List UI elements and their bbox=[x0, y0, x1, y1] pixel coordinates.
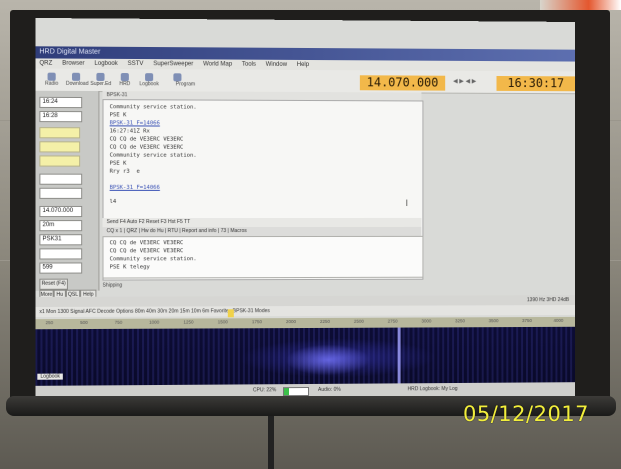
radio-button[interactable]: Radio bbox=[41, 72, 61, 88]
menu-item[interactable]: SuperSweeper bbox=[153, 61, 193, 67]
utc-clock: 16:30:17 bbox=[496, 75, 576, 92]
cpu-meter bbox=[282, 386, 309, 397]
menu-item[interactable]: SSTV bbox=[128, 61, 144, 67]
frequency-marker-icon[interactable] bbox=[227, 309, 234, 318]
reset-button[interactable]: Reset (F4) bbox=[39, 278, 68, 290]
rx-line: PSE K bbox=[109, 112, 127, 119]
scale-tick: 1000 bbox=[149, 319, 160, 325]
frequency-display: 14.070.000 bbox=[359, 75, 446, 91]
scale-tick: 4000 bbox=[553, 317, 564, 323]
rx-frequency-link[interactable]: BPSK-31 F=14066 bbox=[110, 185, 160, 191]
macro-buttons[interactable]: CQ x 1 | QRZ | Hw do Hu | RTU | Report a… bbox=[102, 226, 422, 237]
tx-line: CQ CQ de VE3ERC VE3ERC bbox=[109, 240, 184, 247]
time-off-field[interactable]: 16:28 bbox=[39, 110, 83, 123]
notes-field[interactable] bbox=[39, 187, 83, 199]
menu-item[interactable]: Tools bbox=[242, 62, 256, 68]
rx-line: PSE K bbox=[109, 160, 127, 167]
callsign-field[interactable] bbox=[39, 127, 81, 139]
scale-tick: 250 bbox=[45, 320, 54, 326]
tuning-arrows-icon[interactable]: ◀ ▶ ◀ ▶ bbox=[453, 78, 476, 85]
scale-tick: 3000 bbox=[421, 318, 432, 324]
waterfall-signal-trace bbox=[397, 327, 401, 384]
transmit-controls[interactable]: Send F4 Auto F2 Reset F3 Hst F5 TT bbox=[102, 217, 422, 228]
menu-item[interactable]: Window bbox=[266, 62, 287, 68]
menu-item[interactable]: QRZ bbox=[39, 60, 52, 66]
name-field[interactable] bbox=[39, 141, 81, 153]
hrd-button[interactable]: HRD bbox=[115, 72, 135, 88]
menu-item[interactable]: Browser bbox=[62, 61, 84, 67]
waterfall-display[interactable] bbox=[35, 326, 576, 386]
object-top-right bbox=[540, 0, 621, 10]
mode-field[interactable]: PSK31 bbox=[39, 234, 83, 246]
logbook-tab[interactable]: Logbook bbox=[37, 373, 64, 380]
scale-tick: 3750 bbox=[522, 318, 532, 324]
menu-item[interactable]: World Map bbox=[203, 61, 232, 67]
rx-line: Community service station. bbox=[109, 104, 197, 111]
rx-line: 16:27:41Z Rx bbox=[109, 128, 150, 135]
scale-tick: 1500 bbox=[217, 319, 228, 325]
scale-tick: 2250 bbox=[319, 318, 330, 324]
rx-line: CQ CQ de VE3ERC VE3ERC bbox=[109, 136, 184, 143]
band-field[interactable]: 20m bbox=[39, 220, 83, 232]
tx-line: CQ CQ de VE3ERC VE3ERC bbox=[109, 248, 184, 255]
scale-tick: 2000 bbox=[285, 319, 297, 325]
program-options-button[interactable]: Program Options bbox=[167, 72, 203, 111]
time-on-field[interactable]: 16:24 bbox=[39, 96, 83, 109]
download-button[interactable]: Download bbox=[66, 72, 89, 88]
tx-line: PSE K telegy bbox=[109, 264, 150, 271]
rx-line: Community service station. bbox=[109, 152, 197, 159]
rst-field[interactable]: 599 bbox=[39, 262, 83, 274]
rx-frequency-link[interactable]: BPSK-31 F=14066 bbox=[110, 120, 160, 126]
rx-line: Rry r3 e bbox=[109, 168, 140, 175]
qth-field[interactable] bbox=[39, 155, 81, 167]
camera-date-stamp: 05/12/2017 bbox=[463, 402, 590, 426]
text-cursor-icon: I bbox=[405, 198, 409, 209]
locator-field[interactable] bbox=[39, 173, 83, 185]
screen-stand-pole bbox=[268, 413, 274, 469]
frequency-field[interactable]: 14.070.000 bbox=[39, 205, 83, 218]
scale-tick: 2750 bbox=[387, 318, 398, 324]
menu-item[interactable]: Logbook bbox=[94, 61, 117, 67]
scale-tick: 750 bbox=[114, 319, 123, 325]
hrd-logbook-status: HRD Logbook: My Log bbox=[407, 385, 458, 393]
rx-line: CQ CQ de VE3ERC VE3ERC bbox=[109, 144, 184, 151]
logbook-button[interactable]: Logbook bbox=[139, 72, 159, 88]
tx-line: Community service station. bbox=[109, 256, 197, 263]
cpu-meter-fill bbox=[283, 388, 290, 396]
signal-readout: 1390 Hz 3HD 24dB bbox=[526, 297, 570, 304]
scale-tick: 1250 bbox=[183, 319, 194, 325]
qso-entry-panel: 16:24 16:28 14.070.000 20m PSK31 599 Res… bbox=[35, 90, 100, 301]
projected-desktop: HRD Digital Master QRZ Browser Logbook S… bbox=[35, 17, 576, 403]
scale-tick: 2500 bbox=[353, 318, 364, 324]
menu-item[interactable]: Help bbox=[297, 62, 309, 68]
rx-line: l4 bbox=[109, 198, 117, 205]
scale-tick: 500 bbox=[80, 319, 88, 326]
spectrum-controls[interactable]: x1 Mon 1300 Signal AFC Decode Options 80… bbox=[35, 305, 576, 318]
transmit-window[interactable]: CQ CQ de VE3ERC VE3ERC CQ CQ de VE3ERC V… bbox=[102, 235, 424, 279]
scale-tick: 3250 bbox=[455, 318, 465, 324]
scale-tick: 1750 bbox=[251, 319, 262, 325]
scale-tick: 3500 bbox=[488, 318, 499, 324]
cpu-label: CPU: 22% bbox=[252, 387, 277, 394]
power-field[interactable] bbox=[39, 248, 83, 260]
super-ed-button[interactable]: Super.Ed bbox=[90, 72, 111, 88]
shipping-label: Shipping bbox=[102, 282, 123, 289]
audio-label: Audio: 0% bbox=[317, 386, 341, 393]
